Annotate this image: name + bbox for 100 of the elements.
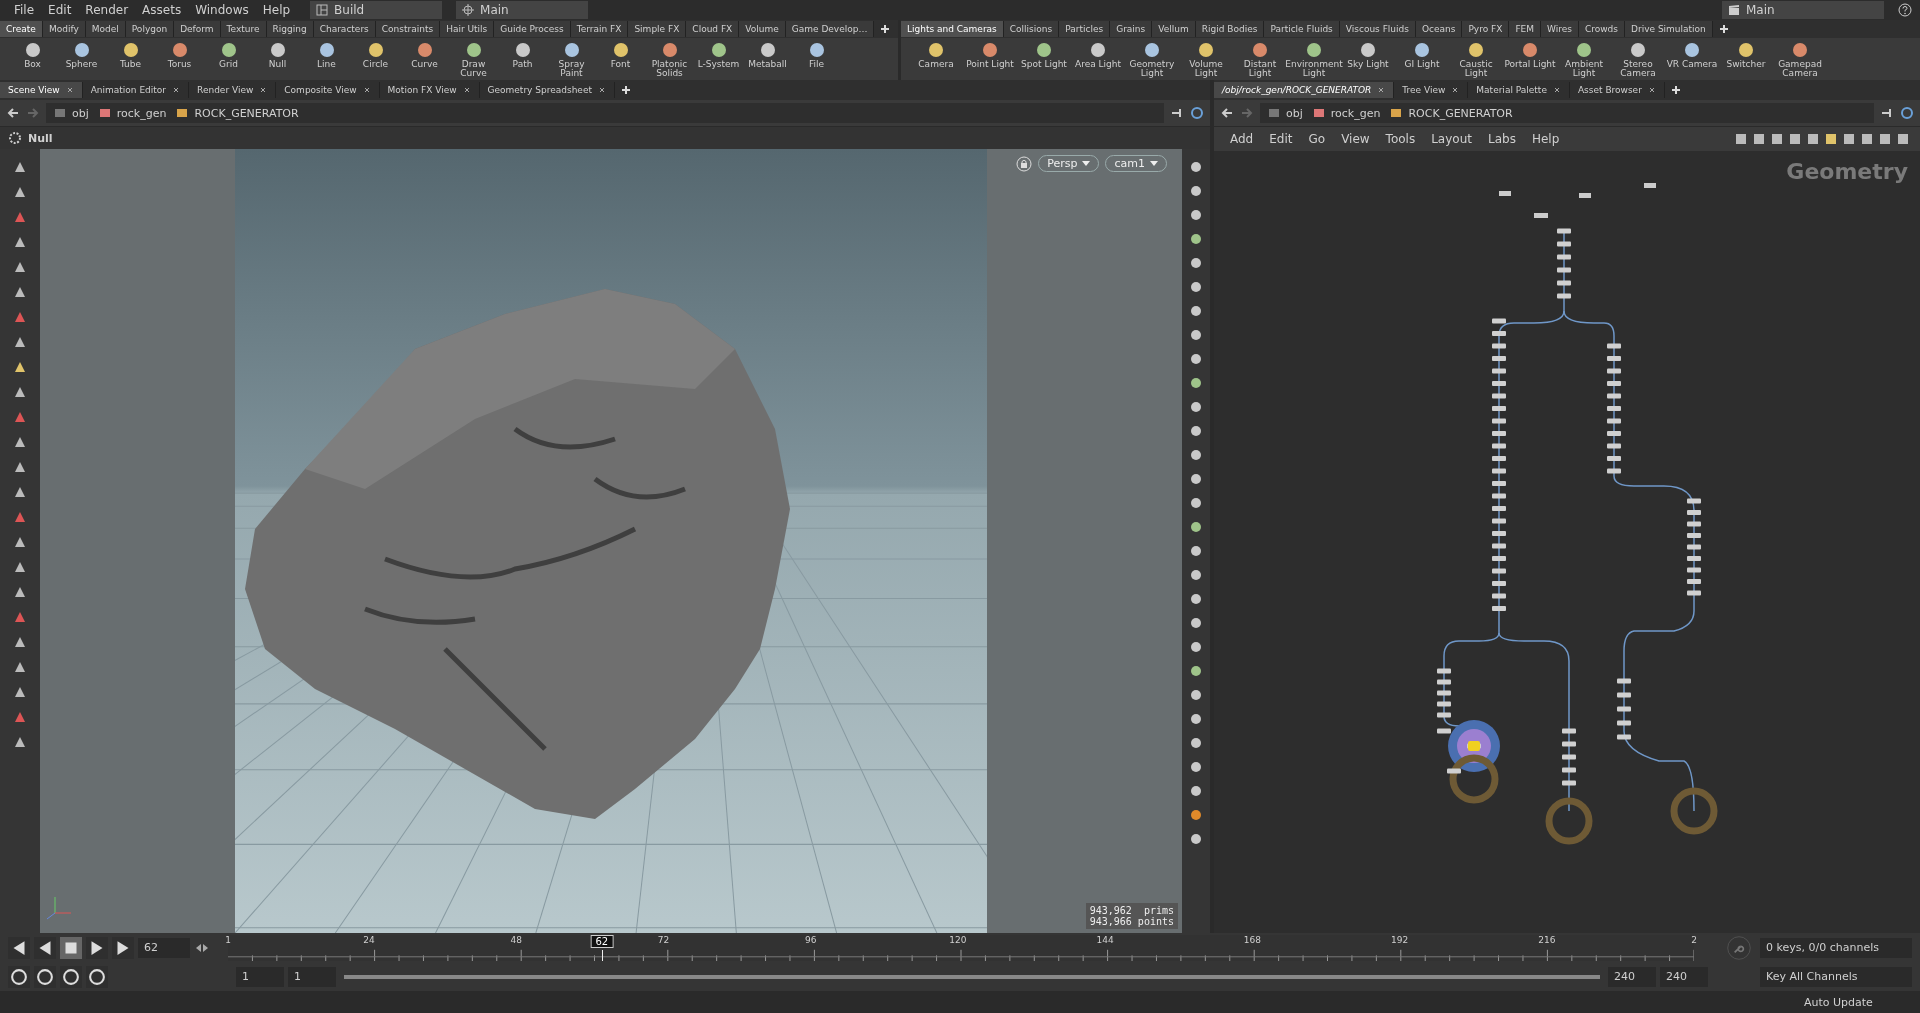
tool-icon[interactable] bbox=[1734, 132, 1748, 146]
close-icon[interactable] bbox=[65, 86, 74, 94]
shelf-tool[interactable]: Spray Paint bbox=[547, 40, 596, 78]
tool-icon[interactable] bbox=[1752, 132, 1766, 146]
close-icon[interactable] bbox=[597, 86, 606, 94]
shelf-tab[interactable]: Polygon bbox=[125, 21, 175, 37]
shelf-tab[interactable]: Hair Utils bbox=[440, 21, 495, 37]
tool-icon[interactable] bbox=[1188, 591, 1204, 607]
range-start-field[interactable]: 1 bbox=[236, 966, 284, 987]
shelf-tool[interactable]: Metaball bbox=[743, 40, 792, 78]
shelf-tool[interactable]: Path bbox=[498, 40, 547, 78]
tool-icon[interactable] bbox=[1188, 831, 1204, 847]
back-arrow-icon[interactable] bbox=[6, 106, 20, 120]
playback-option-icon[interactable] bbox=[60, 965, 82, 988]
tool-icon[interactable] bbox=[1188, 807, 1204, 823]
start-frame-field[interactable]: 1 bbox=[288, 966, 336, 987]
tool-icon[interactable] bbox=[1188, 207, 1204, 223]
shelf-tab[interactable]: Terrain FX bbox=[570, 21, 629, 37]
keys-dropdown[interactable]: 0 keys, 0/0 channels bbox=[1760, 937, 1912, 958]
link-icon[interactable] bbox=[1190, 106, 1204, 120]
pane-tab[interactable]: Render View bbox=[189, 82, 277, 98]
shelf-tab[interactable]: Wires bbox=[1541, 21, 1579, 37]
tool-icon[interactable] bbox=[1188, 375, 1204, 391]
shelf-tool[interactable]: Platonic Solids bbox=[645, 40, 694, 78]
tool-icon[interactable] bbox=[1188, 231, 1204, 247]
shelf-tool[interactable]: Portal Light bbox=[1503, 40, 1557, 78]
add-icon[interactable] bbox=[880, 24, 891, 34]
menu-item[interactable]: Help bbox=[1525, 132, 1566, 146]
menu-item[interactable]: Edit bbox=[1263, 132, 1299, 146]
shelf-tool[interactable]: Spot Light bbox=[1017, 40, 1071, 78]
tool-icon[interactable] bbox=[1806, 132, 1820, 146]
shelf-tab[interactable]: Particles bbox=[1059, 21, 1111, 37]
add-icon[interactable] bbox=[1670, 85, 1681, 95]
menu-item[interactable]: File bbox=[8, 3, 41, 17]
close-icon[interactable] bbox=[172, 86, 181, 94]
tool-icon[interactable] bbox=[1188, 615, 1204, 631]
shelf-tab[interactable]: Pyro FX bbox=[1462, 21, 1510, 37]
lock-icon[interactable] bbox=[1016, 155, 1033, 172]
tool-icon[interactable] bbox=[1188, 663, 1204, 679]
close-icon[interactable] bbox=[1552, 86, 1561, 94]
desktop-dropdown[interactable]: Main bbox=[1722, 1, 1884, 19]
shelf-tab[interactable]: Grains bbox=[1110, 21, 1153, 37]
help-icon[interactable] bbox=[1898, 3, 1912, 17]
desktop-dropdown[interactable]: Build bbox=[310, 1, 443, 19]
close-icon[interactable] bbox=[362, 86, 371, 94]
add-icon[interactable] bbox=[620, 85, 631, 95]
tool-icon[interactable] bbox=[1188, 567, 1204, 583]
range-end-field[interactable]: 240 bbox=[1660, 966, 1708, 987]
menu-item[interactable]: Labs bbox=[1481, 132, 1522, 146]
shelf-tab[interactable]: Guide Process bbox=[494, 21, 571, 37]
tool-icon[interactable] bbox=[1878, 132, 1892, 146]
pane-tab[interactable]: Motion FX View bbox=[379, 82, 480, 98]
menu-item[interactable]: Windows bbox=[189, 3, 255, 17]
playback-button[interactable] bbox=[86, 936, 108, 959]
shelf-tool[interactable]: Font bbox=[596, 40, 645, 78]
tool-icon[interactable] bbox=[1188, 351, 1204, 367]
tool-icon[interactable] bbox=[1188, 759, 1204, 775]
shelf-tab[interactable]: Model bbox=[85, 21, 126, 37]
shelf-tab[interactable]: Crowds bbox=[1578, 21, 1626, 37]
shelf-tool[interactable]: Volume Light bbox=[1179, 40, 1233, 78]
playback-option-icon[interactable] bbox=[86, 965, 108, 988]
shelf-tab[interactable]: Oceans bbox=[1415, 21, 1463, 37]
tool-icon[interactable] bbox=[1824, 132, 1838, 146]
tool-icon[interactable] bbox=[1188, 327, 1204, 343]
tool-icon[interactable] bbox=[1188, 519, 1204, 535]
shelf-tool[interactable]: Draw Curve bbox=[449, 40, 498, 78]
shelf-tab[interactable]: Collisions bbox=[1003, 21, 1060, 37]
pane-tab[interactable]: Animation Editor bbox=[82, 82, 190, 98]
key-icon[interactable] bbox=[1724, 934, 1754, 961]
shelf-tool[interactable]: Switcher bbox=[1719, 40, 1773, 78]
tool-icon[interactable] bbox=[1188, 255, 1204, 271]
tool-icon[interactable] bbox=[1188, 303, 1204, 319]
pane-tab[interactable]: Asset Browser bbox=[1569, 82, 1665, 98]
playback-button[interactable] bbox=[34, 936, 56, 959]
shelf-tab[interactable]: Characters bbox=[313, 21, 376, 37]
shelf-tool[interactable]: Stereo Camera bbox=[1611, 40, 1665, 78]
shelf-tab[interactable]: Vellum bbox=[1152, 21, 1196, 37]
step-icon[interactable] bbox=[194, 941, 210, 954]
add-icon[interactable] bbox=[1718, 24, 1729, 34]
link-icon[interactable] bbox=[1900, 106, 1914, 120]
shelf-tab[interactable]: Create bbox=[0, 21, 43, 37]
pin-icon[interactable] bbox=[1170, 106, 1184, 120]
tool-icon[interactable] bbox=[1770, 132, 1784, 146]
shelf-tool[interactable]: Line bbox=[302, 40, 351, 78]
tool-icon[interactable] bbox=[1860, 132, 1874, 146]
tool-icon[interactable] bbox=[1188, 423, 1204, 439]
shelf-tool[interactable]: L-System bbox=[694, 40, 743, 78]
shelf-tab[interactable]: Volume bbox=[739, 21, 786, 37]
pane-tab[interactable]: Composite View bbox=[276, 82, 380, 98]
frame-field[interactable]: 62 bbox=[138, 937, 190, 958]
menu-item[interactable]: Go bbox=[1302, 132, 1332, 146]
shelf-tab[interactable]: Particle Fluids bbox=[1264, 21, 1340, 37]
tool-icon[interactable] bbox=[1188, 183, 1204, 199]
menu-item[interactable]: View bbox=[1335, 132, 1376, 146]
path-field[interactable]: obj rock_gen ROCK_GENERATOR bbox=[1260, 103, 1874, 123]
pane-tab[interactable]: /obj/rock_gen/ROCK_GENERATOR bbox=[1214, 82, 1395, 98]
shelf-tab[interactable]: FEM bbox=[1509, 21, 1542, 37]
tool-icon[interactable] bbox=[1896, 132, 1910, 146]
menu-item[interactable]: Edit bbox=[42, 3, 78, 17]
tool-icon[interactable] bbox=[1188, 543, 1204, 559]
